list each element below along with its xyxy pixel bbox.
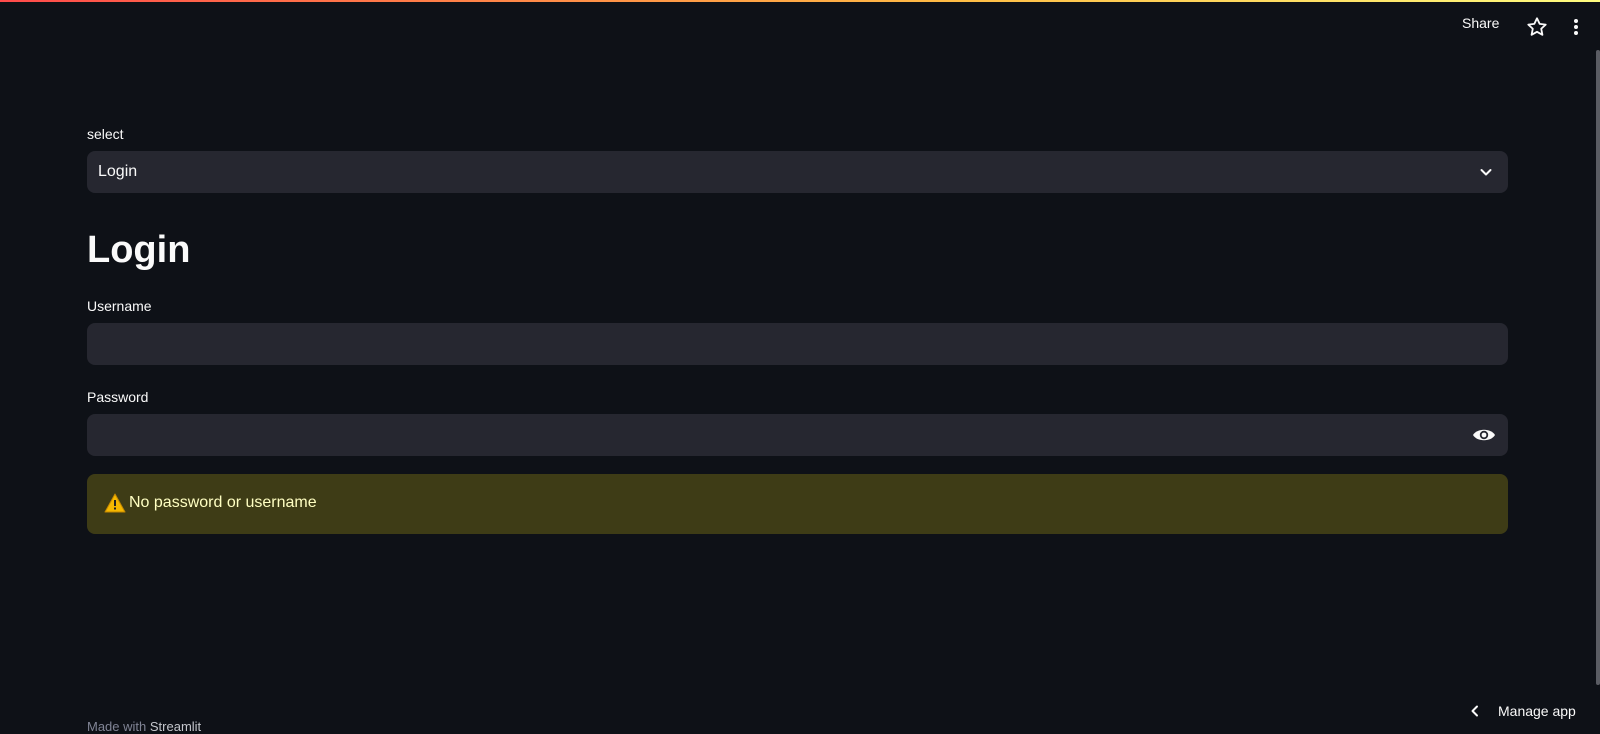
page-select[interactable]: Login: [87, 151, 1508, 193]
select-label: select: [87, 126, 124, 142]
username-label: Username: [87, 298, 152, 314]
chevron-left-icon: [1468, 704, 1482, 718]
manage-app-label: Manage app: [1498, 703, 1576, 719]
warning-icon: [104, 493, 126, 513]
username-input[interactable]: [87, 323, 1508, 365]
share-button[interactable]: Share: [1462, 15, 1499, 31]
scrollbar[interactable]: [1596, 50, 1600, 685]
kebab-menu-icon[interactable]: [1570, 16, 1582, 38]
password-input[interactable]: [87, 414, 1508, 456]
chevron-down-icon: [1478, 164, 1494, 180]
footer-brand-link[interactable]: Streamlit: [150, 719, 201, 734]
footer-made-with: Made with: [87, 719, 147, 734]
app-header: Share: [0, 0, 1600, 50]
star-icon[interactable]: [1526, 16, 1548, 38]
eye-icon[interactable]: [1460, 414, 1508, 456]
warning-text: No password or username: [129, 494, 317, 511]
warning-alert: No password or username: [87, 474, 1508, 534]
password-label: Password: [87, 389, 149, 405]
select-value: Login: [98, 163, 138, 180]
footer: Made with Streamlit: [87, 719, 201, 734]
page-title: Login: [87, 229, 191, 271]
